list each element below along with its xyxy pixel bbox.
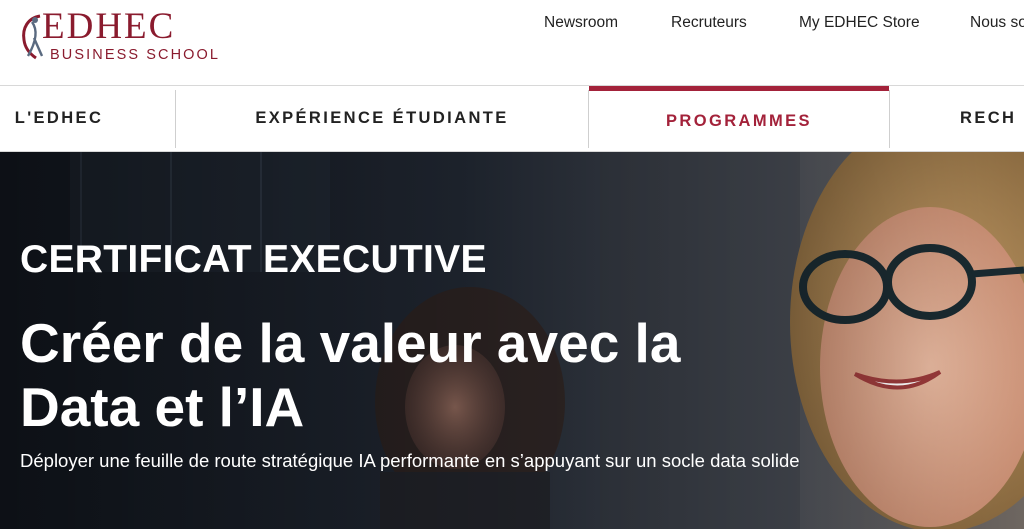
utility-link-recruteurs[interactable]: Recruteurs	[671, 12, 747, 34]
utility-link-store[interactable]: My EDHEC Store	[799, 12, 920, 34]
utility-link-newsroom[interactable]: Newsroom	[544, 12, 618, 34]
nav-tab-ledhec[interactable]: L'EDHEC	[0, 86, 118, 151]
nav-tab-recherche[interactable]: RECH	[960, 86, 1024, 151]
hero-title: Créer de la valeur avec la Data et l’IA	[20, 312, 681, 438]
hero-kicker: CERTIFICAT EXECUTIVE	[20, 238, 487, 281]
utility-nav: Newsroom Recruteurs My EDHEC Store Nous …	[0, 12, 1024, 34]
hero-description: Déployer une feuille de route stratégiqu…	[20, 450, 800, 471]
hero-banner: CERTIFICAT EXECUTIVE Créer de la valeur …	[0, 152, 1024, 529]
nav-tab-programmes[interactable]: PROGRAMMES	[589, 86, 889, 151]
nav-divider	[889, 90, 890, 148]
nav-tab-experience-etudiante[interactable]: EXPÉRIENCE ÉTUDIANTE	[176, 86, 588, 151]
main-nav: L'EDHEC EXPÉRIENCE ÉTUDIANTE PROGRAMMES …	[0, 86, 1024, 152]
site-header: EDHEC BUSINESS SCHOOL Newsroom Recruteur…	[0, 0, 1024, 86]
logo-subtitle: BUSINESS SCHOOL	[50, 47, 221, 63]
utility-link-nous-soutenir[interactable]: Nous so	[970, 12, 1024, 34]
